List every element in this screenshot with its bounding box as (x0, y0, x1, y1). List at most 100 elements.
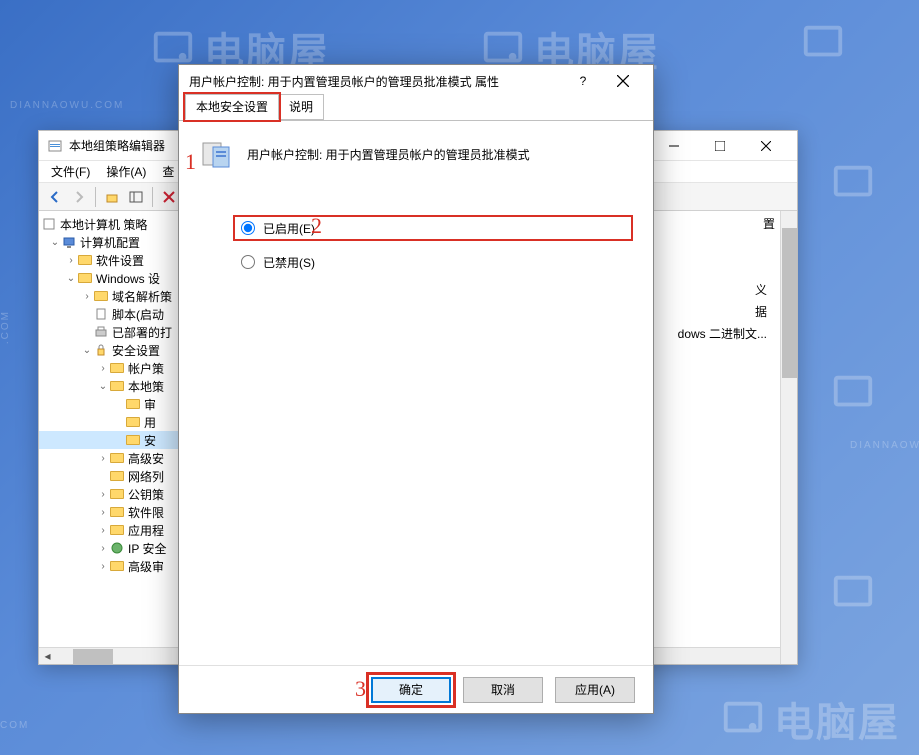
maximize-button[interactable] (697, 131, 743, 161)
folder-icon (78, 255, 92, 265)
folder-icon (78, 273, 92, 283)
tree-public-key[interactable]: › 公钥策 (39, 485, 186, 503)
tree-security-options[interactable]: 安 (39, 431, 186, 449)
tree-software-settings[interactable]: › 软件设置 (39, 251, 186, 269)
folder-icon (126, 435, 140, 445)
x-icon (162, 190, 176, 204)
folder-icon (110, 381, 124, 391)
tab-explain[interactable]: 说明 (278, 94, 324, 120)
computer-icon (61, 234, 77, 250)
close-icon (617, 75, 629, 87)
policy-icon (199, 137, 233, 171)
tree-ip-security[interactable]: › IP 安全 (39, 539, 186, 557)
expand-icon[interactable]: › (97, 561, 109, 572)
list-item[interactable]: dows 二进制文... (678, 325, 767, 342)
back-arrow-icon (48, 190, 62, 204)
tree-audit[interactable]: 审 (39, 395, 186, 413)
dialog-title: 用户帐户控制: 用于内置管理员帐户的管理员批准模式 属性 (189, 73, 563, 90)
up-button[interactable] (100, 186, 124, 208)
menu-action[interactable]: 操作(A) (98, 161, 154, 182)
show-hide-button[interactable] (124, 186, 148, 208)
minimize-button[interactable] (651, 131, 697, 161)
folder-icon (110, 363, 124, 373)
expand-icon[interactable]: › (97, 363, 109, 374)
expand-icon[interactable]: › (97, 489, 109, 500)
scroll-left-icon[interactable]: ◂ (39, 648, 56, 665)
expand-icon[interactable]: › (97, 525, 109, 536)
radio-enabled-label: 已启用(E) (263, 220, 315, 237)
dialog-close-button[interactable] (603, 67, 643, 95)
scroll-thumb[interactable] (782, 228, 797, 378)
tree-horizontal-scrollbar[interactable]: ◂ (39, 647, 187, 664)
forward-button[interactable] (67, 186, 91, 208)
maximize-icon (715, 141, 725, 151)
printer-icon (93, 324, 109, 340)
tree-scripts[interactable]: 脚本(启动 (39, 305, 186, 323)
folder-icon (110, 561, 124, 571)
gpedit-tree[interactable]: 本地计算机 策略 ⌄ 计算机配置 › 软件设置 ⌄ Windows 设 › 域名… (39, 211, 187, 664)
folder-icon (110, 453, 124, 463)
tree-computer-config[interactable]: ⌄ 计算机配置 (39, 233, 186, 251)
policy-name-label: 用户帐户控制: 用于内置管理员帐户的管理员批准模式 (247, 146, 530, 163)
back-button[interactable] (43, 186, 67, 208)
radio-disabled[interactable]: 已禁用(S) (233, 249, 633, 275)
tree-account-policies[interactable]: › 帐户策 (39, 359, 186, 377)
expand-icon[interactable]: › (65, 255, 77, 266)
ok-button[interactable]: 确定 (371, 677, 451, 703)
dialog-content: 1 用户帐户控制: 用于内置管理员帐户的管理员批准模式 已启用(E) 2 已禁用… (179, 121, 653, 665)
expand-icon[interactable]: › (97, 507, 109, 518)
panel-icon (129, 190, 143, 204)
security-icon (93, 342, 109, 358)
menu-file[interactable]: 文件(F) (43, 161, 98, 182)
scroll-thumb[interactable] (73, 649, 113, 664)
tree-windows-settings[interactable]: ⌄ Windows 设 (39, 269, 186, 287)
expand-icon[interactable]: › (97, 453, 109, 464)
folder-icon (126, 417, 140, 427)
tree-local-policies[interactable]: ⌄ 本地策 (39, 377, 186, 395)
list-column-header[interactable]: 置 (763, 215, 775, 232)
cancel-button[interactable]: 取消 (463, 677, 543, 703)
dialog-titlebar[interactable]: 用户帐户控制: 用于内置管理员帐户的管理员批准模式 属性 ? (179, 65, 653, 97)
tree-software-restriction[interactable]: › 软件限 (39, 503, 186, 521)
apply-button[interactable]: 应用(A) (555, 677, 635, 703)
help-button[interactable]: ? (563, 67, 603, 95)
tree-advanced-audit[interactable]: › 高级审 (39, 557, 186, 575)
tree-network-list[interactable]: 网络列 (39, 467, 186, 485)
tree-user-rights[interactable]: 用 (39, 413, 186, 431)
collapse-icon[interactable]: ⌄ (97, 381, 109, 392)
collapse-icon[interactable]: ⌄ (65, 273, 77, 284)
tree-security-settings[interactable]: ⌄ 安全设置 (39, 341, 186, 359)
tree-advanced-security[interactable]: › 高级安 (39, 449, 186, 467)
properties-dialog: 用户帐户控制: 用于内置管理员帐户的管理员批准模式 属性 ? 本地安全设置 说明… (178, 64, 654, 714)
collapse-icon[interactable]: ⌄ (49, 237, 61, 248)
tree-app-control[interactable]: › 应用程 (39, 521, 186, 539)
tree-root[interactable]: 本地计算机 策略 (39, 215, 186, 233)
list-item[interactable]: 义 (755, 281, 767, 298)
tree-dns-policy[interactable]: › 域名解析策 (39, 287, 186, 305)
ip-security-icon (109, 540, 125, 556)
folder-icon (110, 507, 124, 517)
radio-disabled-input[interactable] (241, 255, 255, 269)
close-button[interactable] (743, 131, 789, 161)
folder-icon (110, 489, 124, 499)
list-item[interactable]: 据 (755, 303, 767, 320)
radio-enabled-input[interactable] (241, 221, 255, 235)
folder-icon (110, 525, 124, 535)
gpedit-app-icon (47, 138, 63, 154)
folder-icon (94, 291, 108, 301)
policy-icon (41, 216, 57, 232)
annotation-3: 3 (355, 676, 366, 702)
annotation-1: 1 (185, 149, 196, 175)
radio-enabled[interactable]: 已启用(E) (233, 215, 633, 241)
expand-icon[interactable]: › (97, 543, 109, 554)
tab-local-security-settings[interactable]: 本地安全设置 (185, 94, 279, 120)
expand-icon[interactable]: › (81, 291, 93, 302)
tree-deployed[interactable]: 已部署的打 (39, 323, 186, 341)
forward-arrow-icon (72, 190, 86, 204)
dialog-tabbar: 本地安全设置 说明 (179, 97, 653, 121)
close-icon (761, 141, 771, 151)
script-icon (93, 306, 109, 322)
collapse-icon[interactable]: ⌄ (81, 345, 93, 356)
list-vertical-scrollbar[interactable] (780, 211, 797, 664)
folder-up-icon (105, 190, 119, 204)
